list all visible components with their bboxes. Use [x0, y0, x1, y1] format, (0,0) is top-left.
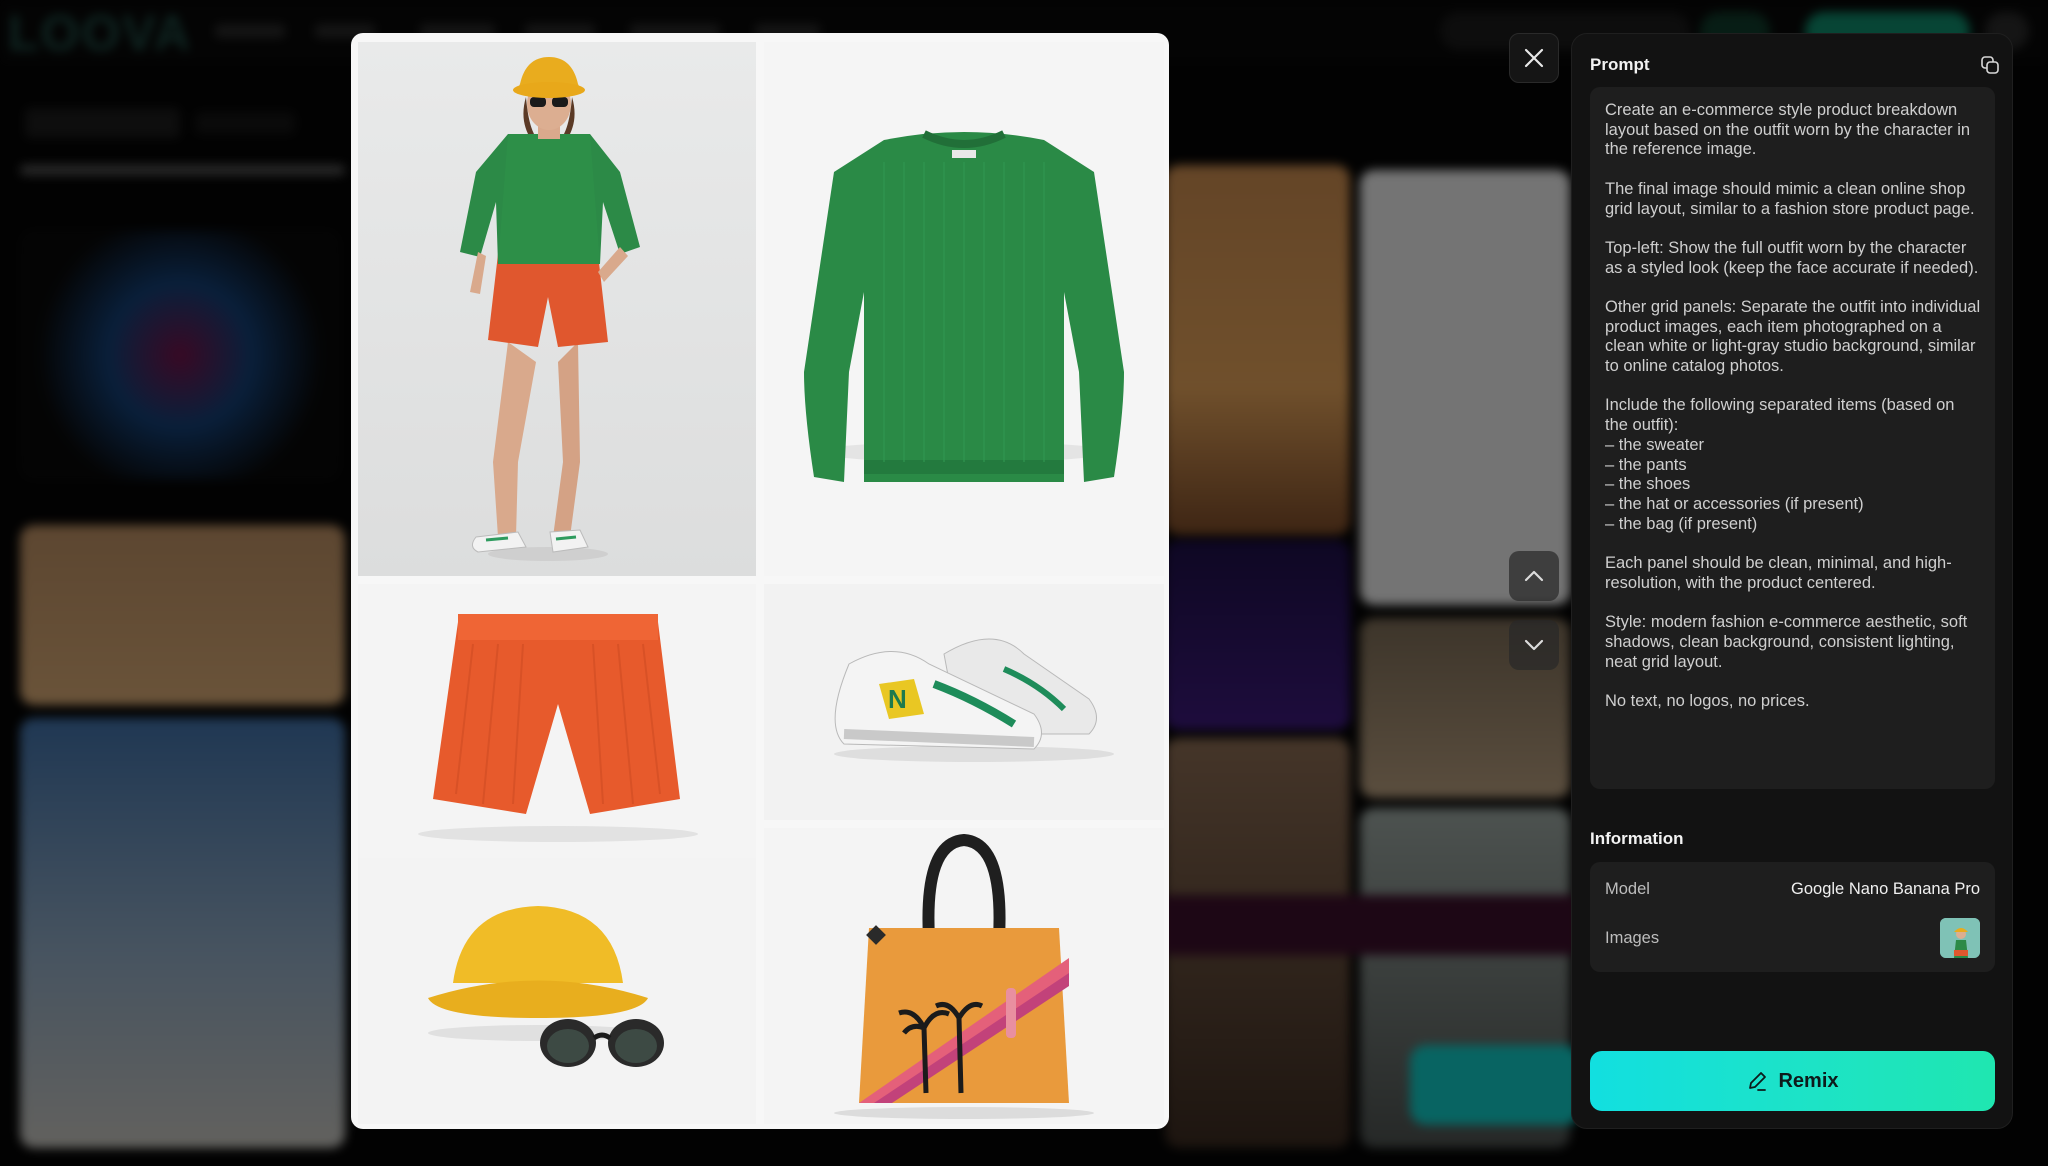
details-panel: Prompt Create an e-commerce style produc…: [1571, 33, 2013, 1129]
model-label: Model: [1605, 879, 1650, 898]
shorts-product-image: [358, 584, 756, 880]
outfit-model-image: [358, 42, 756, 576]
app-stage: LOOVA: [0, 0, 2048, 1166]
prompt-paragraph: Style: modern fashion e-commerce aesthet…: [1605, 613, 1968, 671]
close-button[interactable]: [1509, 33, 1559, 83]
remix-button[interactable]: Remix: [1590, 1051, 1995, 1111]
chevron-up-icon: [1524, 570, 1544, 582]
generated-image: N: [351, 33, 1169, 1129]
remix-label: Remix: [1778, 1069, 1839, 1092]
images-row: Images: [1605, 917, 1980, 959]
prompt-title: Prompt: [1590, 55, 1650, 74]
prompt-paragraph: Each panel should be clean, minimal, and…: [1605, 554, 1952, 592]
svg-text:N: N: [888, 684, 907, 714]
prompt-paragraph: Other grid panels: Separate the outfit i…: [1605, 297, 1981, 376]
prompt-paragraph: No text, no logos, no prices.: [1605, 691, 1810, 710]
copy-icon: [1981, 56, 1999, 74]
information-box: Model Google Nano Banana Pro Images: [1590, 862, 1995, 972]
prompt-paragraph: Top-left: Show the full outfit worn by t…: [1605, 238, 1979, 277]
hat-sunglasses-product-image: [358, 858, 756, 1124]
prompt-text-box: Create an e-commerce style product break…: [1590, 87, 1995, 789]
model-value: Google Nano Banana Pro: [1791, 879, 1980, 898]
images-label: Images: [1605, 928, 1660, 947]
sneakers-product-image: N: [764, 584, 1164, 820]
copy-prompt-button[interactable]: [1977, 52, 2003, 78]
reference-image-thumbnail[interactable]: [1940, 918, 1980, 958]
prompt-paragraph: The final image should mimic a clean onl…: [1605, 179, 1975, 218]
sweater-product-image: [764, 42, 1164, 576]
chevron-down-icon: [1524, 639, 1544, 651]
prompt-paragraph: Include the following separated items (b…: [1605, 396, 1955, 533]
tote-bag-product-image: [764, 828, 1164, 1124]
previous-image-button[interactable]: [1509, 551, 1559, 601]
prompt-paragraph: Create an e-commerce style product break…: [1605, 101, 1971, 159]
information-title: Information: [1590, 829, 1684, 848]
pencil-icon: [1749, 1072, 1767, 1091]
model-row: Model Google Nano Banana Pro: [1605, 877, 1980, 901]
close-icon: [1524, 48, 1544, 68]
next-image-button[interactable]: [1509, 620, 1559, 670]
